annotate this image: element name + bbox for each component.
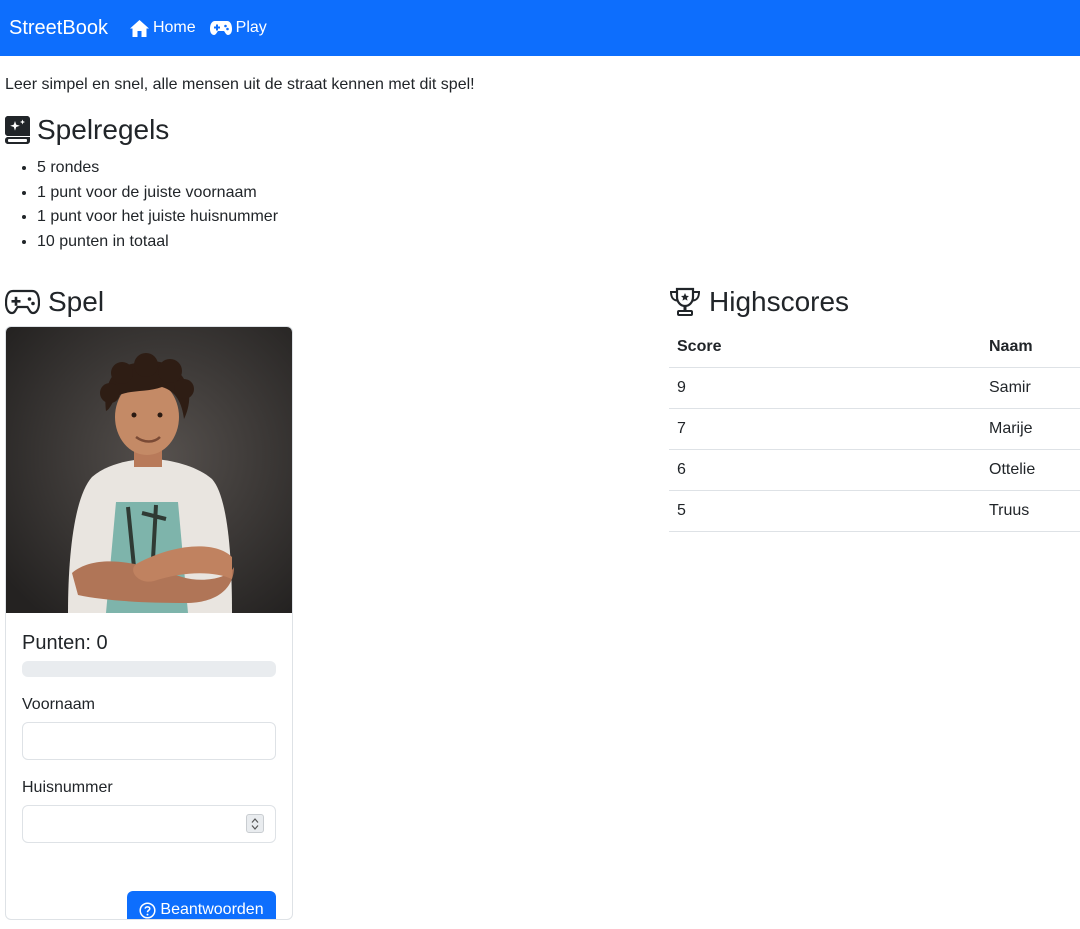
rules-title: Spelregels	[37, 114, 170, 145]
game-card-body: Punten: 0 Voornaam Huisnummer	[22, 627, 276, 843]
gamepad-icon	[5, 289, 40, 315]
game-card: Punten: 0 Voornaam Huisnummer Beantwoord…	[5, 326, 293, 920]
nav-link-home-label: Home	[152, 19, 196, 36]
column-header-score: Score	[669, 327, 981, 368]
score-cell: 6	[669, 449, 981, 491]
question-circle-icon	[139, 901, 156, 919]
name-cell: Samir	[981, 367, 1080, 409]
firstname-label: Voornaam	[22, 696, 95, 713]
highscores-table: Score Naam 9 Samir 7 Marije 6 Ottelie 5 …	[669, 327, 1080, 532]
person-photo	[6, 327, 292, 613]
name-cell: Ottelie	[981, 449, 1080, 491]
highscores-heading: Highscores	[669, 286, 849, 318]
submit-answer-label: Beantwoorden	[160, 901, 264, 918]
table-header-row: Score Naam	[669, 327, 1080, 368]
score-cell: 5	[669, 490, 981, 532]
chevron-up-icon	[251, 817, 259, 823]
home-icon	[129, 19, 149, 37]
nav-link-play-label: Play	[235, 19, 267, 36]
gamepad-icon	[209, 21, 232, 35]
rule-item: 5 rondes	[37, 156, 278, 181]
rules-list: 5 rondes 1 punt voor de juiste voornaam …	[5, 156, 278, 254]
nav-link-home[interactable]: Home	[129, 19, 196, 37]
submit-answer-button[interactable]: Beantwoorden	[127, 891, 276, 919]
table-row: 9 Samir	[669, 367, 1080, 409]
game-heading: Spel	[5, 286, 104, 318]
trophy-icon	[669, 287, 701, 316]
score-cell: 9	[669, 367, 981, 409]
table-row: 6 Ottelie	[669, 449, 1080, 491]
chevron-down-icon	[251, 824, 259, 830]
housenumber-label: Huisnummer	[22, 779, 113, 796]
rule-item: 1 punt voor de juiste voornaam	[37, 181, 278, 206]
score-label: Punten: 0	[22, 632, 108, 654]
nav-link-play[interactable]: Play	[209, 19, 267, 37]
rule-item: 1 punt voor het juiste huisnummer	[37, 205, 278, 230]
score-progress	[22, 661, 276, 677]
game-title: Spel	[48, 286, 105, 317]
intro-text: Leer simpel en snel, alle mensen uit de …	[5, 76, 475, 93]
score-cell: 7	[669, 408, 981, 450]
name-cell: Truus	[981, 490, 1080, 532]
name-cell: Marije	[981, 408, 1080, 450]
firstname-input[interactable]	[22, 722, 276, 760]
highscores-title: Highscores	[709, 286, 850, 317]
housenumber-input[interactable]	[22, 805, 276, 843]
brand-link[interactable]: StreetBook	[9, 17, 108, 40]
rulebook-icon	[5, 116, 30, 144]
rule-item: 10 punten in totaal	[37, 230, 278, 255]
navbar: StreetBook Home Play	[0, 0, 1080, 56]
number-spinner[interactable]	[246, 814, 264, 833]
rules-heading: Spelregels	[5, 114, 169, 146]
table-row: 5 Truus	[669, 490, 1080, 532]
housenumber-field	[22, 805, 276, 843]
table-row: 7 Marije	[669, 408, 1080, 450]
column-header-name: Naam	[981, 327, 1080, 368]
